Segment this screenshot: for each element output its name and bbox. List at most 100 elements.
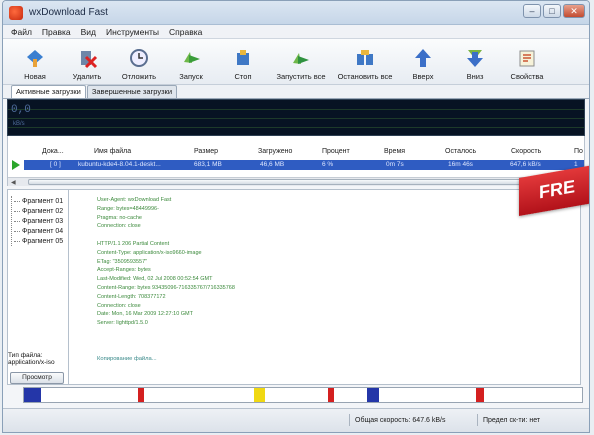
row-cell: kubuntu-kde4-8.04.1-deskt... bbox=[78, 161, 161, 168]
fragment-item[interactable]: Фрагмент 03 bbox=[14, 216, 63, 226]
title-bar: wxDownload Fast – □ ✕ bbox=[3, 1, 589, 25]
total-speed: Общая скорость: 647.6 kB/s bbox=[355, 417, 446, 424]
stop-button[interactable]: Стоп bbox=[217, 46, 269, 81]
graph-gridline bbox=[8, 109, 584, 110]
move-down-icon bbox=[463, 46, 487, 70]
tab-active-downloads[interactable]: Активные загрузки bbox=[11, 85, 86, 98]
new-download-button[interactable]: Новая bbox=[9, 46, 61, 81]
log-line: Connection: close bbox=[97, 223, 141, 230]
column-header[interactable]: Дока... bbox=[42, 148, 64, 155]
file-type-info: Тип файла: application/x-iso bbox=[8, 352, 70, 366]
stop-all-icon bbox=[353, 46, 377, 70]
menu-help[interactable]: Справка bbox=[169, 27, 202, 37]
log-line: Server: lighttpd/1.5.0 bbox=[97, 320, 148, 327]
fragment-progress-bar bbox=[23, 387, 583, 403]
row-cell: 46,6 MB bbox=[260, 161, 285, 168]
progress-segment bbox=[138, 388, 144, 402]
stop-all-button[interactable]: Остановить все bbox=[333, 46, 397, 81]
graph-gridline bbox=[8, 118, 584, 119]
scroll-left-icon[interactable]: ◀ bbox=[11, 179, 16, 186]
log-line: Content-Range: bytes 93435096-716335767/… bbox=[97, 284, 235, 291]
progress-segment bbox=[475, 388, 485, 402]
progress-segment bbox=[253, 388, 266, 402]
log-line: ETag: "3509593557" bbox=[97, 258, 148, 265]
row-cell: 6 % bbox=[322, 161, 334, 168]
download-list: Дока... Имя файла Размер Загружено Проце… bbox=[7, 136, 585, 186]
toolbar: Новая Удалить Отложить Запуск Стоп Запус… bbox=[3, 39, 589, 85]
log-line: Content-Type: application/x-iso9660-imag… bbox=[97, 249, 202, 256]
graph-speed-value: 0,0 bbox=[11, 104, 31, 116]
tab-completed-downloads[interactable]: Завершенные загрузки bbox=[86, 85, 178, 98]
menu-tools[interactable]: Инструменты bbox=[106, 27, 159, 37]
schedule-button[interactable]: Отложить bbox=[113, 46, 165, 81]
scrollbar-thumb[interactable] bbox=[28, 179, 558, 185]
file-type-value: application/x-iso bbox=[8, 359, 55, 366]
progress-segment bbox=[328, 388, 334, 402]
delete-icon bbox=[75, 46, 99, 70]
start-icon bbox=[179, 46, 203, 70]
column-header[interactable]: Осталось bbox=[445, 148, 476, 155]
fragment-item[interactable]: Фрагмент 04 bbox=[14, 226, 63, 236]
menu-view[interactable]: Вид bbox=[81, 27, 96, 37]
fragment-item[interactable]: Фрагмент 01 bbox=[14, 196, 63, 206]
graph-gridline bbox=[8, 127, 584, 128]
column-header[interactable]: Процент bbox=[322, 148, 350, 155]
column-header[interactable]: Время bbox=[384, 148, 405, 155]
log-line: User-Agent: wxDownload Fast bbox=[97, 197, 172, 203]
speed-graph: 0,0 kB/s bbox=[7, 99, 585, 136]
list-header: Дока... Имя файла Размер Загружено Проце… bbox=[8, 148, 584, 158]
fragment-panel: Фрагмент 01 Фрагмент 02 Фрагмент 03 Фраг… bbox=[7, 189, 69, 385]
http-log: User-Agent: wxDownload Fast Range: bytes… bbox=[69, 189, 581, 385]
column-header[interactable]: Размер bbox=[194, 148, 218, 155]
start-all-button[interactable]: Запустить все bbox=[269, 46, 333, 81]
fragment-item[interactable]: Фрагмент 02 bbox=[14, 206, 63, 216]
maximize-button[interactable]: □ bbox=[543, 4, 561, 18]
move-up-icon bbox=[411, 46, 435, 70]
progress-segment bbox=[367, 388, 380, 402]
column-header[interactable]: Скорость bbox=[511, 148, 541, 155]
minimize-button[interactable]: – bbox=[523, 4, 541, 18]
file-type-label: Тип файла: bbox=[8, 352, 43, 359]
menu-edit[interactable]: Правка bbox=[42, 27, 71, 37]
tab-bar: Активные загрузки Завершенные загрузки bbox=[3, 85, 589, 99]
stop-icon bbox=[231, 46, 255, 70]
app-window: wxDownload Fast – □ ✕ Файл Правка Вид Ин… bbox=[2, 0, 590, 433]
delete-button[interactable]: Удалить bbox=[61, 46, 113, 81]
preview-button[interactable]: Просмотр bbox=[10, 372, 64, 384]
log-line: Content-Length: 708377172 bbox=[97, 293, 166, 300]
move-up-button[interactable]: Вверх bbox=[397, 46, 449, 81]
row-cell: [ 0 ] bbox=[50, 161, 61, 168]
properties-button[interactable]: Свойства bbox=[501, 46, 553, 81]
play-icon bbox=[12, 160, 20, 170]
app-logo-icon bbox=[9, 5, 23, 20]
log-line: Range: bytes=48449996- bbox=[97, 205, 159, 212]
status-separator bbox=[349, 414, 350, 426]
column-header[interactable]: Загружено bbox=[258, 148, 292, 155]
log-line: Accept-Ranges: bytes bbox=[97, 267, 151, 274]
new-download-icon bbox=[23, 46, 47, 70]
log-line: Last-Modified: Wed, 02 Jul 2008 00:52:54… bbox=[97, 276, 213, 283]
move-down-button[interactable]: Вниз bbox=[449, 46, 501, 81]
fragment-item[interactable]: Фрагмент 05 bbox=[14, 236, 63, 246]
speed-limit: Предел ск-ти: нет bbox=[483, 417, 541, 424]
row-cell: 16m 46s bbox=[448, 161, 473, 168]
log-line: HTTP/1.1 206 Partial Content bbox=[97, 240, 170, 247]
close-button[interactable]: ✕ bbox=[563, 4, 585, 18]
graph-speed-unit: kB/s bbox=[13, 121, 25, 127]
row-cell: 683,1 MB bbox=[194, 161, 222, 168]
column-header[interactable]: По bbox=[574, 148, 583, 155]
row-cell: 0m 7s bbox=[386, 161, 404, 168]
start-button[interactable]: Запуск bbox=[165, 46, 217, 81]
detail-panel: Фрагмент 01 Фрагмент 02 Фрагмент 03 Фраг… bbox=[7, 189, 581, 385]
menu-bar: Файл Правка Вид Инструменты Справка bbox=[3, 25, 589, 39]
menu-file[interactable]: Файл bbox=[11, 27, 32, 37]
status-separator bbox=[477, 414, 478, 426]
progress-segment bbox=[24, 388, 41, 402]
start-all-icon bbox=[289, 46, 313, 70]
schedule-icon bbox=[127, 46, 151, 70]
table-row[interactable]: [ 0 ] kubuntu-kde4-8.04.1-deskt... 683,1… bbox=[8, 160, 584, 170]
horizontal-scrollbar[interactable]: ◀ bbox=[8, 177, 584, 186]
selected-row[interactable]: [ 0 ] kubuntu-kde4-8.04.1-deskt... 683,1… bbox=[24, 160, 584, 170]
column-header[interactable]: Имя файла bbox=[94, 148, 131, 155]
